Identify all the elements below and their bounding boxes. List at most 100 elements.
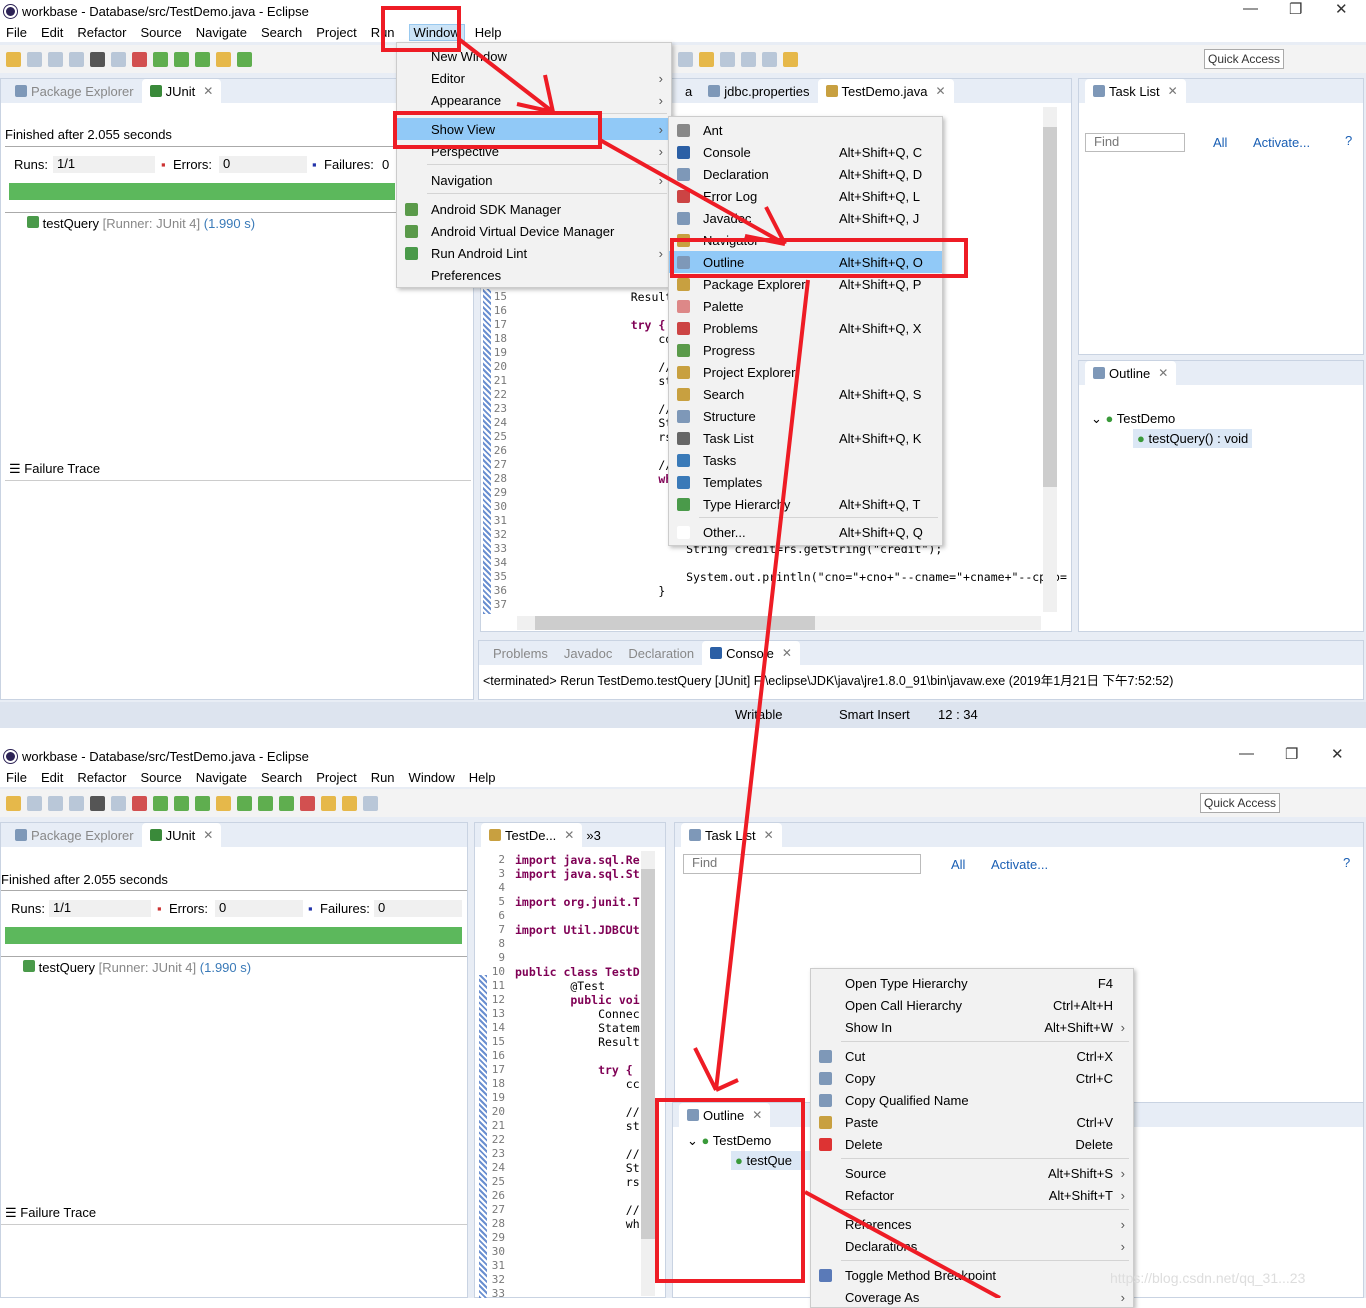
tab-task-list[interactable]: Task List ✕	[1085, 79, 1186, 103]
test-result-item[interactable]: testQuery [Runner: JUnit 4] (1.990 s)	[23, 960, 251, 975]
menu-refactor[interactable]: Refactor	[77, 770, 126, 785]
open-type-icon[interactable]	[321, 795, 336, 811]
new-icon[interactable]	[6, 51, 21, 67]
menu-window[interactable]: Window	[408, 23, 465, 41]
menu-item-preferences[interactable]: Preferences	[397, 264, 671, 286]
view-item-navigator[interactable]: Navigator	[669, 229, 942, 251]
skip-breakpoints-icon[interactable]	[111, 51, 126, 67]
open-folder-icon[interactable]	[342, 795, 357, 811]
lint-icon[interactable]	[195, 51, 210, 67]
outline-class-node[interactable]: ⌄ ● TestDemo	[687, 1133, 771, 1149]
new-icon[interactable]	[6, 795, 21, 811]
chevron-down-icon[interactable]: ⌄	[687, 1133, 702, 1148]
menu-project[interactable]: Project	[316, 770, 356, 785]
view-item-structure[interactable]: Structure	[669, 405, 942, 427]
outline-class-node[interactable]: ⌄ ● TestDemo	[1091, 411, 1175, 427]
run-icon[interactable]	[258, 795, 273, 811]
new-class-icon[interactable]	[27, 795, 42, 811]
all-link[interactable]: All	[951, 857, 965, 872]
menu-run[interactable]: Run	[371, 25, 395, 40]
menu-project[interactable]: Project	[316, 25, 356, 40]
view-item-type-hierarchy[interactable]: Type Hierarchy Alt+Shift+Q, T	[669, 493, 942, 515]
view-item-other-[interactable]: Other... Alt+Shift+Q, Q	[669, 521, 942, 543]
activate-link[interactable]: Activate...	[1253, 135, 1310, 150]
task-find-input[interactable]: Find	[683, 854, 921, 874]
context-item-source[interactable]: Source Alt+Shift+S ›	[811, 1162, 1133, 1184]
help-icon[interactable]: ?	[1345, 133, 1352, 148]
tab-console[interactable]: Console ✕	[702, 641, 800, 665]
close-button[interactable]: ✕	[1335, 0, 1348, 18]
quick-access-input[interactable]: Quick Access	[1200, 793, 1281, 813]
debug-icon[interactable]	[237, 795, 252, 811]
tab-package-explorer[interactable]: Package Explorer	[7, 823, 142, 847]
view-item-progress[interactable]: Progress	[669, 339, 942, 361]
vertical-scrollbar[interactable]	[1043, 107, 1057, 612]
menu-refactor[interactable]: Refactor	[77, 25, 126, 40]
view-item-outline[interactable]: Outline Alt+Shift+Q, O	[669, 251, 942, 273]
avd-manager-icon[interactable]	[174, 795, 189, 811]
help-icon[interactable]: ?	[1343, 855, 1350, 870]
new-class-icon[interactable]	[27, 51, 42, 67]
view-item-search[interactable]: Search Alt+Shift+Q, S	[669, 383, 942, 405]
view-item-palette[interactable]: Palette	[669, 295, 942, 317]
menu-help[interactable]: Help	[475, 25, 502, 40]
close-icon[interactable]: ✕	[752, 1108, 762, 1122]
tab-outline[interactable]: Outline ✕	[679, 1103, 771, 1127]
context-item-declarations[interactable]: Declarations ›	[811, 1235, 1133, 1257]
new-project-icon[interactable]	[216, 51, 231, 67]
menu-edit[interactable]: Edit	[41, 25, 63, 40]
view-item-error-log[interactable]: Error Log Alt+Shift+Q, L	[669, 185, 942, 207]
close-icon[interactable]: ✕	[203, 828, 213, 842]
profile-icon[interactable]	[90, 51, 105, 67]
tab-javadoc[interactable]: Javadoc	[556, 641, 620, 665]
context-item-paste[interactable]: Paste Ctrl+V	[811, 1111, 1133, 1133]
prev-annotation-icon[interactable]	[741, 51, 756, 67]
context-item-cut[interactable]: Cut Ctrl+X	[811, 1045, 1133, 1067]
tab-declaration[interactable]: Declaration	[620, 641, 702, 665]
context-item-delete[interactable]: Delete Delete	[811, 1133, 1133, 1155]
view-item-package-explorer[interactable]: Package Explorer Alt+Shift+Q, P	[669, 273, 942, 295]
tab-junit[interactable]: JUnit ✕	[141, 823, 222, 847]
android-icon[interactable]	[132, 795, 147, 811]
context-item-toggle-method-breakpoint[interactable]: Toggle Method Breakpoint	[811, 1264, 1133, 1286]
sdk-manager-icon[interactable]	[153, 51, 168, 67]
menu-item-new-window[interactable]: New Window	[397, 45, 671, 67]
menu-navigate[interactable]: Navigate	[196, 770, 247, 785]
tab-testdemo-java[interactable]: TestDe... ✕	[481, 823, 583, 847]
view-item-problems[interactable]: Problems Alt+Shift+Q, X	[669, 317, 942, 339]
context-item-open-type-hierarchy[interactable]: Open Type Hierarchy F4	[811, 972, 1133, 994]
sdk-manager-icon[interactable]	[153, 795, 168, 811]
external-tools-icon[interactable]	[300, 795, 315, 811]
context-item-show-in[interactable]: Show In Alt+Shift+W ›	[811, 1016, 1133, 1038]
outline-method-node[interactable]: ● testQuery() : void	[1133, 429, 1253, 448]
tab-task-list[interactable]: Task List ✕	[681, 823, 782, 847]
menu-file[interactable]: File	[6, 25, 27, 40]
coverage-icon[interactable]	[279, 795, 294, 811]
tab-problems[interactable]: Problems	[485, 641, 556, 665]
view-item-javadoc[interactable]: Javadoc Alt+Shift+Q, J	[669, 207, 942, 229]
view-item-console[interactable]: Console Alt+Shift+Q, C	[669, 141, 942, 163]
menu-item-run-android-lint[interactable]: Run Android Lint ›	[397, 242, 671, 264]
back-icon[interactable]	[762, 51, 777, 67]
view-item-declaration[interactable]: Declaration Alt+Shift+Q, D	[669, 163, 942, 185]
menu-search[interactable]: Search	[261, 770, 302, 785]
menu-item-show-view[interactable]: Show View ›	[397, 118, 671, 140]
avd-manager-icon[interactable]	[174, 51, 189, 67]
close-icon[interactable]: ✕	[564, 828, 574, 842]
context-item-copy-qualified-name[interactable]: Copy Qualified Name	[811, 1089, 1133, 1111]
menu-help[interactable]: Help	[469, 770, 496, 785]
view-item-ant[interactable]: Ant	[669, 119, 942, 141]
menu-file[interactable]: File	[6, 770, 27, 785]
restore-button[interactable]: ❐	[1289, 0, 1302, 18]
quick-access-input[interactable]: Quick Access	[1204, 49, 1285, 69]
menu-item-android-sdk-manager[interactable]: Android SDK Manager	[397, 198, 671, 220]
save-all-icon[interactable]	[69, 51, 84, 67]
save-all-icon[interactable]	[69, 795, 84, 811]
menu-item-editor[interactable]: Editor ›	[397, 67, 671, 89]
close-icon[interactable]: ✕	[764, 828, 774, 842]
search-icon[interactable]	[678, 51, 693, 67]
close-icon[interactable]: ✕	[203, 84, 213, 98]
minimize-button[interactable]: —	[1243, 0, 1258, 17]
android-icon[interactable]	[132, 51, 147, 67]
tab-a[interactable]: a	[677, 79, 700, 103]
